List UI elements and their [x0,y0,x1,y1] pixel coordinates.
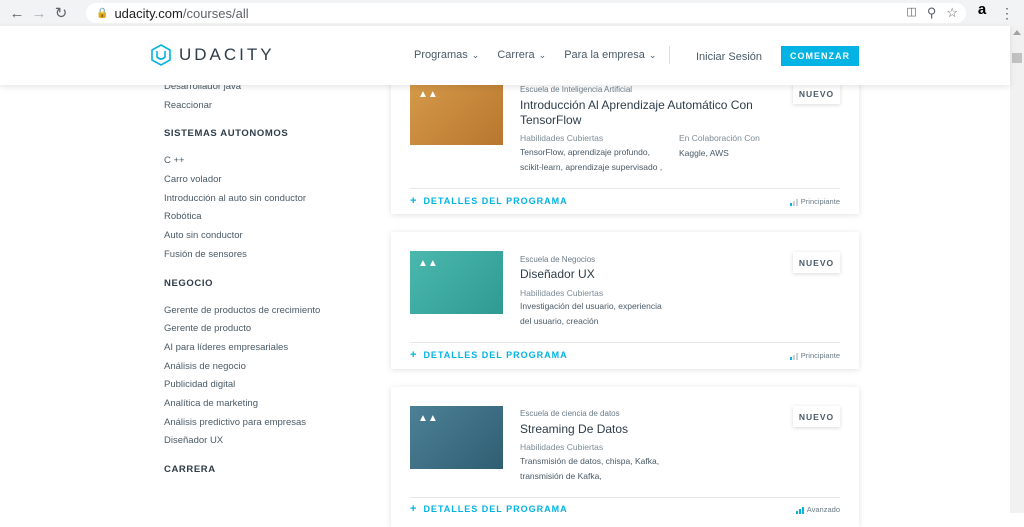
program-thumbnail: ▲▲ [410,82,503,145]
level-bars-icon [789,353,798,360]
new-badge: NUEVO [793,406,840,427]
udacity-mark-icon: ▲▲ [418,413,438,424]
lock-icon: 🔒 [96,7,109,19]
browser-toolbar: ← → ↻ 🔒 udacity.com/courses/all ◫ ⚲ ☆ a … [0,0,1024,26]
nav-empresa[interactable]: Para la empresa ⌄ [564,49,656,61]
level-indicator: Principiante [789,351,840,360]
plus-icon: + [410,349,418,361]
menu-kebab-icon[interactable]: ⋮ [1000,4,1014,22]
sidebar-link[interactable]: Robótica [164,208,374,227]
logo-text: UDACITY [179,45,275,64]
reload-icon[interactable]: ↻ [50,2,72,24]
card-divider [410,497,840,498]
skills-list: TensorFlow, aprendizaje profundo, scikit… [520,147,663,172]
udacity-logo-icon [151,44,171,66]
nav-carrera[interactable]: Carrera ⌄ [497,49,546,61]
top-nav: Programas ⌄ Carrera ⌄ Para la empresa ⌄ [414,49,656,61]
address-bar[interactable]: 🔒 udacity.com/courses/all ◫ ⚲ ☆ [86,3,966,23]
header-divider [669,46,670,64]
program-card[interactable]: ▲▲ Escuela de ciencia de datos Streaming… [391,387,859,527]
card-divider [410,342,840,343]
sidebar-link[interactable]: Publicidad digital [164,376,374,395]
zoom-icon[interactable]: ⚲ [927,5,937,21]
udacity-logo[interactable]: UDACITY [151,44,275,66]
sidebar-link[interactable]: AI para líderes empresariales [164,339,374,358]
level-bars-icon [789,199,798,206]
forward-icon[interactable]: → [28,2,50,24]
start-button[interactable]: COMENZAR [781,46,859,66]
sidebar-link[interactable]: Análisis de negocio [164,358,374,377]
plus-icon: + [410,503,418,515]
skills-list: Investigación del usuario, experiencia d… [520,301,662,326]
site-header: UDACITY Programas ⌄ Carrera ⌄ Para la empr… [0,26,1010,85]
program-card[interactable]: ▲▲ Escuela de Negocios Diseñador UX Habi… [391,232,859,369]
sidebar-link[interactable]: Analítica de marketing [164,395,374,414]
udacity-mark-icon: ▲▲ [418,258,438,269]
plus-icon: + [410,195,418,207]
star-icon[interactable]: ☆ [946,5,958,21]
skills-heading: Habilidades Cubiertas [520,442,604,452]
scroll-thumb[interactable] [1012,53,1022,63]
sidebar-link[interactable]: Carro volador [164,171,374,190]
skills-list: Transmisión de datos, chispa, Kafka, tra… [520,456,660,481]
program-thumbnail: ▲▲ [410,251,503,314]
nav-programas[interactable]: Programas ⌄ [414,49,479,61]
new-badge: NUEVO [793,83,840,104]
program-title[interactable]: Diseñador UX [520,267,770,282]
program-details-link[interactable]: + DETALLES DEL PROGRAMA [410,503,568,515]
sidebar-link[interactable]: Auto sin conductor [164,227,374,246]
sidebar-link[interactable]: Análisis predictivo para empresas [164,414,374,433]
back-icon[interactable]: ← [6,2,28,24]
sidebar-link[interactable]: Diseñador UX [164,432,374,451]
catalog-sidebar: Desarrollador java Reaccionar SISTEMAS A… [164,78,374,480]
program-title[interactable]: Streaming De Datos [520,422,770,437]
level-indicator: Principiante [789,197,840,206]
sidebar-link[interactable]: Introducción al auto sin conductor [164,190,374,209]
program-thumbnail: ▲▲ [410,406,503,469]
sidebar-link[interactable]: Reaccionar [164,97,374,116]
sidebar-link[interactable]: Fusión de sensores [164,246,374,265]
program-card[interactable]: ▲▲ Escuela de Inteligencia Artificial In… [391,72,859,214]
chevron-down-icon: ⌄ [538,49,547,60]
sidebar-heading: CARRERA [164,464,216,475]
url-text: udacity.com/courses/all [114,5,249,21]
program-school: Escuela de Negocios [520,255,596,264]
card-divider [410,188,840,189]
translate-icon[interactable]: ◫ [906,5,916,21]
skills-heading: Habilidades Cubiertas [520,133,604,143]
program-school: Escuela de Inteligencia Artificial [520,85,633,94]
chevron-down-icon: ⌄ [648,49,657,60]
page-scrollbar[interactable] [1010,26,1024,513]
collab-heading: En Colaboración Con [679,133,760,143]
sidebar-heading: NEGOCIO [164,277,214,289]
sidebar-link[interactable]: C ++ [164,152,374,171]
sidebar-heading: SISTEMAS AUTONOMOS [164,128,289,140]
amazon-extension-icon[interactable]: a [970,2,994,23]
program-details-link[interactable]: + DETALLES DEL PROGRAMA [410,349,568,361]
login-link[interactable]: Iniciar Sesión [696,51,762,63]
program-title[interactable]: Introducción Al Aprendizaje Automático C… [520,98,770,128]
sidebar-link[interactable]: Gerente de producto [164,320,374,339]
program-details-link[interactable]: + DETALLES DEL PROGRAMA [410,195,568,207]
collab-list: Kaggle, AWS [679,148,729,158]
new-badge: NUEVO [793,252,840,273]
chevron-down-icon: ⌄ [471,49,480,60]
program-school: Escuela de ciencia de datos [520,409,620,418]
scroll-up-icon[interactable] [1013,30,1021,35]
skills-heading: Habilidades Cubiertas [520,288,604,298]
udacity-mark-icon: ▲▲ [418,89,438,100]
sidebar-link[interactable]: Gerente de productos de crecimiento [164,302,374,321]
